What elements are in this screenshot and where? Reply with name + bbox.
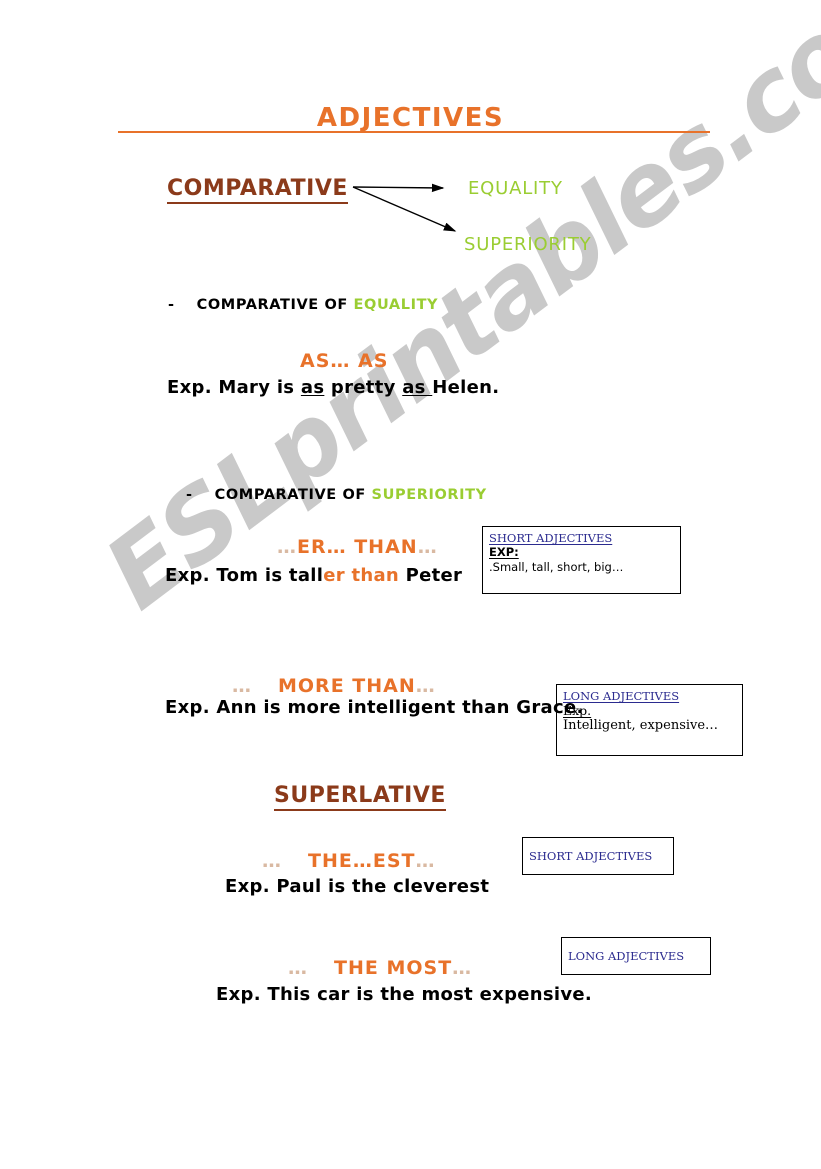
- formula-more-than: … MORE THAN…: [232, 675, 436, 697]
- box-exp-label: EXP:: [489, 545, 519, 560]
- formula-ellipsis-right: …: [417, 536, 438, 558]
- box-long-adjectives-1: LONG ADJECTIVES Exp. Intelligent, expens…: [556, 684, 743, 756]
- formula-ellipsis-left: …: [277, 536, 297, 558]
- formula-ellipsis-left: …: [288, 957, 308, 979]
- example-highlight-er-than: er than: [323, 565, 400, 586]
- box-short-adjectives-1: SHORT ADJECTIVES EXP: .Small, tall, shor…: [482, 526, 681, 594]
- example-tail: Peter: [399, 565, 463, 586]
- formula-as-as: AS… AS: [300, 350, 389, 372]
- formula-main: THE MOST: [334, 957, 453, 979]
- example-equality: Exp. Mary is as pretty as Helen.: [167, 377, 499, 398]
- box-items: Intelligent, expensive…: [563, 718, 719, 734]
- box-short-adjectives-2: SHORT ADJECTIVES: [522, 837, 674, 875]
- box-long-adjectives-2: LONG ADJECTIVES: [561, 937, 711, 975]
- example-underline-as-2: as: [402, 377, 433, 398]
- superlative-heading: SUPERLATIVE: [274, 783, 446, 811]
- bullet-text: COMPARATIVE OF: [196, 297, 354, 313]
- box-title: LONG ADJECTIVES: [568, 949, 685, 964]
- formula-main: THE…EST: [308, 850, 416, 872]
- box-exp-label: Exp.: [563, 703, 592, 719]
- example-tail: Helen.: [432, 377, 500, 398]
- formula-ellipsis-right: …: [452, 957, 473, 979]
- example-underline-as-1: as: [300, 377, 325, 398]
- worksheet-page: ESLprintables.com ADJECTIVES COMPARATIVE…: [0, 0, 821, 1169]
- formula-ellipsis-left: …: [232, 675, 252, 697]
- bullet-highlight-superiority: SUPERIORITY: [371, 487, 487, 503]
- branch-label-equality: EQUALITY: [468, 178, 563, 199]
- content-layer: ADJECTIVES COMPARATIVE EQUALITY SUPERIOR…: [0, 0, 821, 1169]
- example-lead: Exp. Mary is: [167, 377, 301, 398]
- comparative-heading: COMPARATIVE: [167, 176, 348, 204]
- example-lead: Exp. Tom is tall: [165, 565, 324, 586]
- box-items: .Small, tall, short, big…: [489, 560, 624, 575]
- example-superlative-short: Exp. Paul is the cleverest: [225, 876, 490, 897]
- title-divider: [118, 131, 710, 133]
- page-title: ADJECTIVES: [316, 103, 505, 133]
- example-superlative-long: Exp. This car is the most expensive.: [216, 984, 593, 1005]
- box-title: SHORT ADJECTIVES: [529, 849, 653, 864]
- formula-er-than: …ER… THAN…: [277, 536, 438, 558]
- branch-label-superiority: SUPERIORITY: [464, 234, 592, 255]
- bullet-comparative-superiority: - COMPARATIVE OF SUPERIORITY: [186, 487, 487, 503]
- example-superiority-long: Exp. Ann is more intelligent than Grace.: [165, 697, 584, 718]
- bullet-dash: -: [168, 297, 175, 313]
- bullet-text: COMPARATIVE OF: [214, 487, 372, 503]
- bullet-dash: -: [186, 487, 193, 503]
- box-title: LONG ADJECTIVES: [563, 689, 680, 703]
- box-title: SHORT ADJECTIVES: [489, 531, 613, 545]
- formula-ellipsis-left: …: [262, 850, 282, 872]
- formula-ellipsis-right: …: [415, 675, 436, 697]
- example-mid: pretty: [324, 377, 403, 398]
- formula-main: MORE THAN: [278, 675, 416, 697]
- formula-the-most: … THE MOST…: [288, 957, 472, 979]
- bullet-highlight-equality: EQUALITY: [353, 297, 439, 313]
- bullet-comparative-equality: - COMPARATIVE OF EQUALITY: [168, 297, 438, 313]
- formula-ellipsis-right: …: [415, 850, 436, 872]
- formula-main: ER… THAN: [297, 536, 418, 558]
- formula-the-est: … THE…EST…: [262, 850, 435, 872]
- example-superiority-short: Exp. Tom is taller than Peter: [165, 565, 462, 586]
